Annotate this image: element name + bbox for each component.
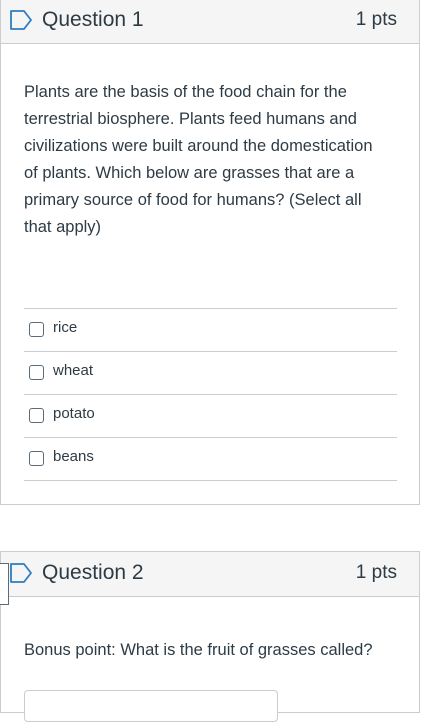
answer-label[interactable]: rice <box>53 319 77 336</box>
answer-label[interactable]: wheat <box>53 362 93 379</box>
question-nav-marker <box>0 563 9 605</box>
answer-option-potato[interactable]: potato <box>24 395 397 438</box>
answer-list: rice wheat potato beans <box>24 308 397 481</box>
question-2-card: Question 2 1 pts Bonus point: What is th… <box>0 551 420 722</box>
checkbox[interactable] <box>29 322 44 337</box>
question-2-header: Question 2 1 pts <box>1 552 419 597</box>
flag-icon[interactable] <box>8 8 34 37</box>
answer-option-rice[interactable]: rice <box>24 309 397 352</box>
question-1-card: Question 1 1 pts Plants are the basis of… <box>0 0 420 505</box>
checkbox[interactable] <box>29 365 44 380</box>
question-text: Bonus point: What is the fruit of grasse… <box>24 641 373 659</box>
question-title: Question 2 <box>42 561 144 584</box>
question-points: 1 pts <box>355 562 397 583</box>
answer-label[interactable]: beans <box>53 448 94 465</box>
answer-label[interactable]: potato <box>53 405 95 422</box>
answer-option-beans[interactable]: beans <box>24 438 397 481</box>
question-title: Question 1 <box>42 8 144 31</box>
checkbox[interactable] <box>29 408 44 423</box>
question-points: 1 pts <box>355 9 397 30</box>
flag-icon[interactable] <box>8 561 34 590</box>
question-text: Plants are the basis of the food chain f… <box>24 83 373 236</box>
question-1-header: Question 1 1 pts <box>1 0 419 44</box>
answer-text-input[interactable] <box>24 690 278 722</box>
answer-option-wheat[interactable]: wheat <box>24 352 397 395</box>
checkbox[interactable] <box>29 451 44 466</box>
